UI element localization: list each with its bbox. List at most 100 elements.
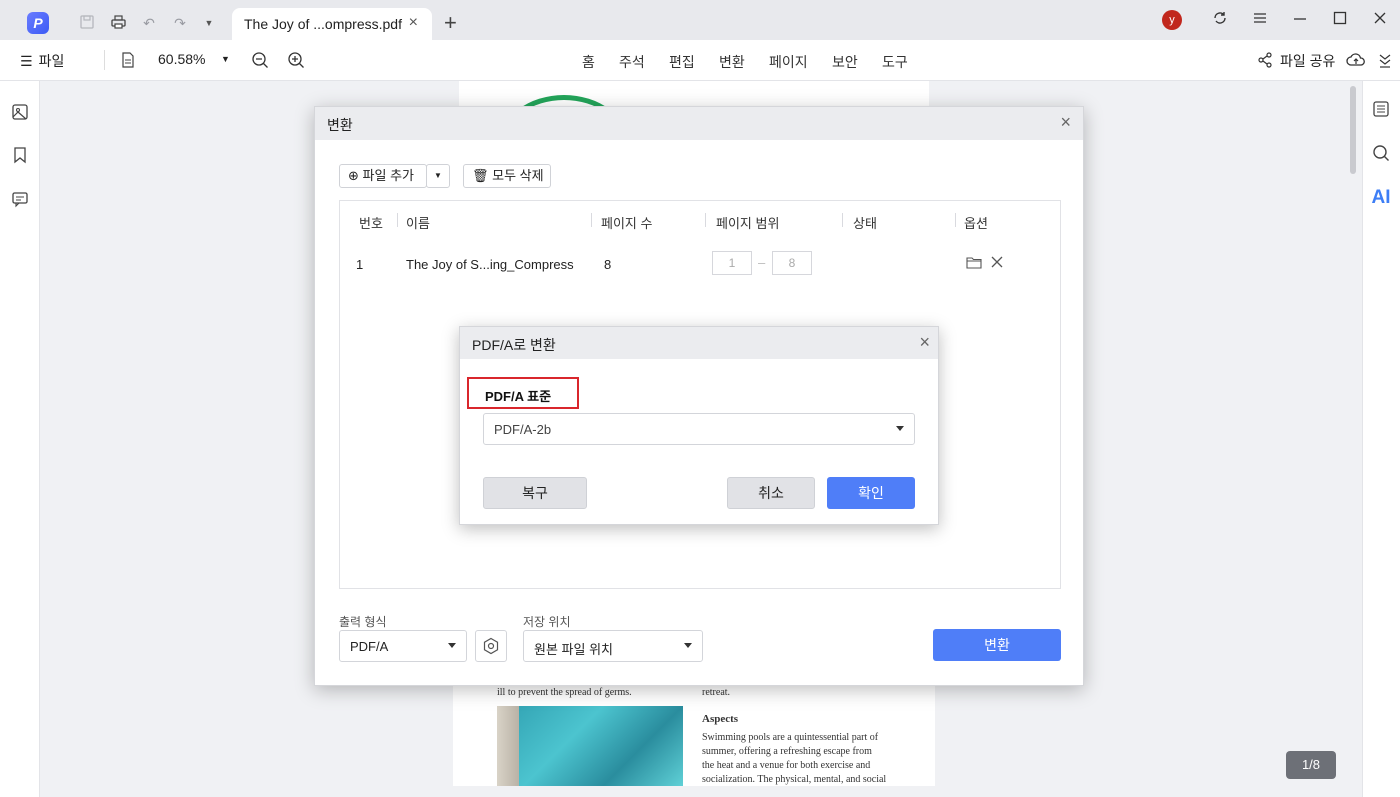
quick-access-dropdown-icon[interactable]: ▼ [200, 14, 218, 32]
zoom-level[interactable]: 60.58% [158, 51, 205, 67]
pdfa-dialog-header: PDF/A로 변환 × [460, 327, 938, 359]
remove-file-icon[interactable] [990, 255, 1004, 272]
delete-all-label: 모두 삭제 [492, 168, 544, 183]
output-format-value: PDF/A [350, 639, 389, 654]
add-file-label: 파일 추가 [362, 168, 414, 183]
menu-edit[interactable]: 편집 [669, 52, 695, 72]
sync-icon[interactable] [1212, 10, 1228, 31]
add-file-dropdown-icon[interactable]: ▼ [426, 164, 450, 188]
page-range-from-input[interactable]: 1 [712, 251, 752, 275]
column-header-number: 번호 [359, 216, 383, 231]
delete-all-button[interactable]: 🗑 모두 삭제 [463, 164, 551, 188]
print-icon[interactable] [109, 14, 127, 32]
file-menu-button[interactable]: ☰ 파일 [20, 51, 64, 71]
doc-heading: Aspects [702, 713, 739, 725]
avatar[interactable]: y [1162, 10, 1182, 30]
share-icon[interactable] [1257, 52, 1273, 71]
doc-paragraph-line: socialization. The physical, mental, and… [702, 774, 887, 785]
redo-icon[interactable]: ↷ [171, 14, 189, 32]
right-sidebar: AI [1362, 81, 1400, 797]
row-file-name: The Joy of S...ing_Compress [406, 257, 574, 272]
pdfa-dialog-close-icon[interactable]: × [919, 332, 930, 353]
add-circle-icon: ⊕ [348, 168, 359, 183]
page-range-to-input[interactable]: 8 [772, 251, 812, 275]
maximize-icon[interactable] [1332, 10, 1348, 31]
page-view-icon[interactable] [120, 52, 136, 71]
column-header-status: 상태 [853, 216, 877, 231]
highlight-box: PDF/A 표준 [467, 377, 579, 409]
format-settings-button[interactable] [475, 630, 507, 662]
pool-image [497, 706, 683, 786]
column-separator [955, 213, 956, 227]
pdfa-standard-value: PDF/A-2b [494, 422, 552, 437]
save-icon[interactable] [78, 14, 96, 32]
convert-dialog-close-icon[interactable]: × [1060, 112, 1071, 133]
zoom-in-icon[interactable] [287, 51, 305, 72]
vertical-scrollbar[interactable] [1350, 86, 1356, 174]
pdfa-settings-dialog: PDF/A로 변환 × PDF/A 표준 PDF/A-2b 복구 취소 확인 [459, 326, 939, 525]
row-page-count: 8 [604, 257, 612, 272]
doc-paragraph-line: the heat and a venue for both exercise a… [702, 760, 871, 771]
menu-annotate[interactable]: 주석 [619, 52, 645, 72]
minimize-icon[interactable] [1292, 10, 1308, 31]
convert-dialog-header: 변환 × [315, 107, 1083, 140]
tab-title: The Joy of ...ompress.pdf [244, 16, 402, 32]
cloud-upload-icon[interactable] [1346, 52, 1366, 71]
column-separator [842, 213, 843, 227]
add-file-button[interactable]: ⊕ 파일 추가 [339, 164, 427, 188]
cancel-button[interactable]: 취소 [727, 477, 815, 509]
range-dash: – [758, 255, 766, 270]
thumbnails-icon[interactable] [10, 103, 30, 123]
pdfa-dialog-title: PDF/A로 변환 [472, 337, 556, 353]
row-number: 1 [356, 257, 364, 272]
share-file-button[interactable]: 파일 공유 [1280, 51, 1335, 71]
bookmark-icon[interactable] [10, 146, 30, 166]
pool-edge [497, 706, 519, 786]
undo-icon[interactable]: ↶ [140, 14, 158, 32]
save-location-label: 저장 위치 [523, 615, 571, 629]
comment-icon[interactable] [10, 190, 30, 210]
search-icon[interactable] [1371, 144, 1391, 164]
properties-icon[interactable] [1371, 100, 1391, 120]
collapse-toolbar-icon[interactable] [1378, 52, 1392, 71]
title-bar: P ↶ ↷ ▼ The Joy of ...ompress.pdf × + y [0, 0, 1400, 40]
settings-gear-icon [483, 637, 499, 655]
chevron-down-icon [684, 643, 692, 648]
pdfa-standard-select[interactable]: PDF/A-2b [483, 413, 915, 445]
hamburger-menu-icon[interactable] [1252, 10, 1268, 31]
menu-security[interactable]: 보안 [832, 52, 858, 72]
document-tab[interactable]: The Joy of ...ompress.pdf × [232, 8, 432, 40]
toolbar-divider [104, 50, 105, 70]
zoom-out-icon[interactable] [251, 51, 269, 72]
app-logo-icon: P [27, 12, 49, 34]
hamburger-icon: ☰ [20, 53, 33, 69]
save-location-select[interactable]: 원본 파일 위치 [523, 630, 703, 662]
menu-tools[interactable]: 도구 [882, 52, 908, 72]
trash-icon: 🗑 [472, 168, 489, 183]
output-format-select[interactable]: PDF/A [339, 630, 467, 662]
file-menu-label: 파일 [38, 53, 65, 69]
pdfa-standard-label: PDF/A 표준 [485, 389, 552, 404]
reset-button[interactable]: 복구 [483, 477, 587, 509]
column-separator [705, 213, 706, 227]
new-tab-icon[interactable]: + [444, 10, 457, 36]
ai-assistant-icon[interactable]: AI [1369, 188, 1393, 208]
doc-paragraph-line: Swimming pools are a quintessential part… [702, 732, 879, 743]
close-window-icon[interactable] [1372, 10, 1388, 31]
ok-button[interactable]: 확인 [827, 477, 915, 509]
chevron-down-icon [896, 426, 904, 431]
doc-paragraph-line: summer, offering a refreshing escape fro… [702, 746, 872, 757]
column-header-range: 페이지 범위 [716, 216, 780, 231]
zoom-dropdown-icon[interactable]: ▼ [221, 54, 230, 64]
column-header-options: 옵션 [964, 216, 988, 231]
open-folder-icon[interactable] [966, 256, 982, 273]
menu-convert[interactable]: 변환 [719, 52, 745, 72]
menu-home[interactable]: 홈 [582, 52, 595, 72]
tab-close-icon[interactable]: × [409, 14, 418, 32]
column-header-name: 이름 [406, 216, 430, 231]
document-page-bottom: ill to prevent the spread of germs. retr… [453, 686, 935, 786]
column-separator [397, 213, 398, 227]
menu-page[interactable]: 페이지 [769, 52, 808, 72]
column-header-pages: 페이지 수 [601, 216, 653, 231]
convert-button[interactable]: 변환 [933, 629, 1061, 661]
